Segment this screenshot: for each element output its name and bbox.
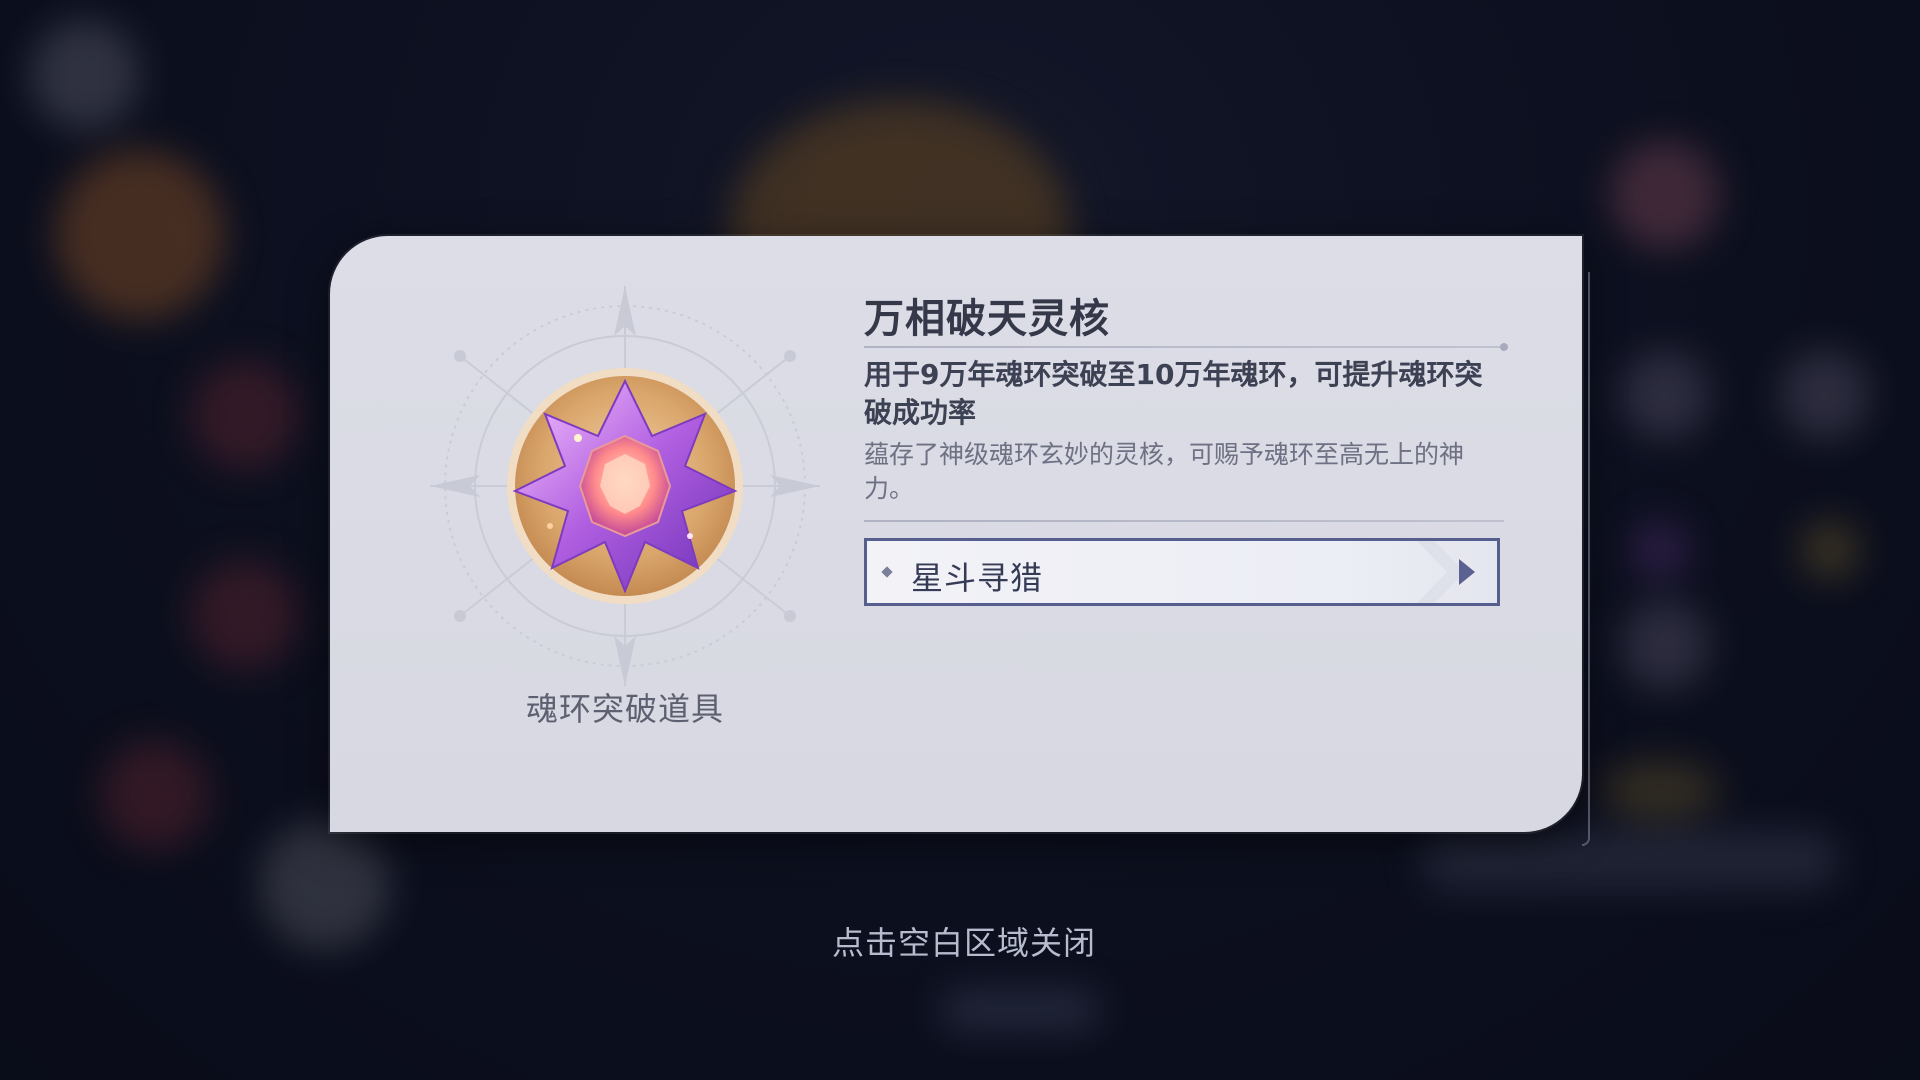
source-button-label: 星斗寻猎 bbox=[911, 559, 1044, 597]
chevron-decoration-icon bbox=[1417, 541, 1481, 603]
description-divider bbox=[864, 520, 1504, 522]
card-edge-decoration bbox=[1582, 272, 1590, 846]
close-hint-text: 点击空白区域关闭 bbox=[831, 924, 1096, 962]
divider-dot bbox=[1500, 343, 1508, 351]
item-name-title: 万相破天灵核 bbox=[864, 296, 1110, 342]
title-divider bbox=[864, 346, 1504, 348]
play-arrow-icon bbox=[1459, 559, 1475, 585]
game-screen[interactable]: 魂环突破道具 万相破天灵核 用于9万年魂环突破至10万年魂环，可提升魂环突破成功… bbox=[0, 0, 1920, 1080]
item-icon-frame bbox=[400, 286, 850, 686]
item-detail-card: 魂环突破道具 万相破天灵核 用于9万年魂环突破至10万年魂环，可提升魂环突破成功… bbox=[330, 236, 1582, 832]
source-button-xingdou-hunt[interactable]: 星斗寻猎 bbox=[864, 538, 1500, 606]
item-effect-text: 用于9万年魂环突破至10万年魂环，可提升魂环突破成功率 bbox=[864, 358, 1483, 429]
item-description-text: 蕴存了神级魂环玄妙的灵核，可赐予魂环至高无上的神力。 bbox=[864, 440, 1465, 503]
purple-crystal-core-icon bbox=[430, 286, 820, 686]
item-category-label: 魂环突破道具 bbox=[525, 690, 724, 728]
diamond-bullet-icon bbox=[881, 566, 893, 578]
